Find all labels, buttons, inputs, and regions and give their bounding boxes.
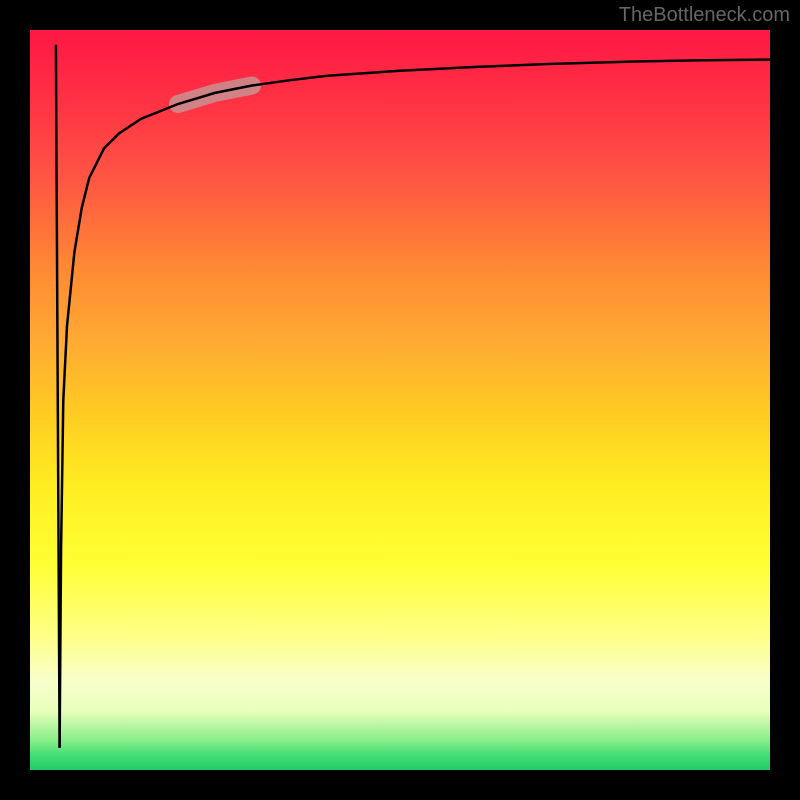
- vertical-drop-line: [56, 45, 60, 748]
- watermark-text: TheBottleneck.com: [619, 4, 790, 27]
- chart-area: [30, 30, 770, 770]
- chart-border-left: [0, 30, 30, 770]
- chart-border-right: [770, 30, 800, 770]
- chart-border-bottom: [0, 770, 800, 800]
- bottleneck-curve: [60, 60, 770, 748]
- curve-svg: [30, 30, 770, 770]
